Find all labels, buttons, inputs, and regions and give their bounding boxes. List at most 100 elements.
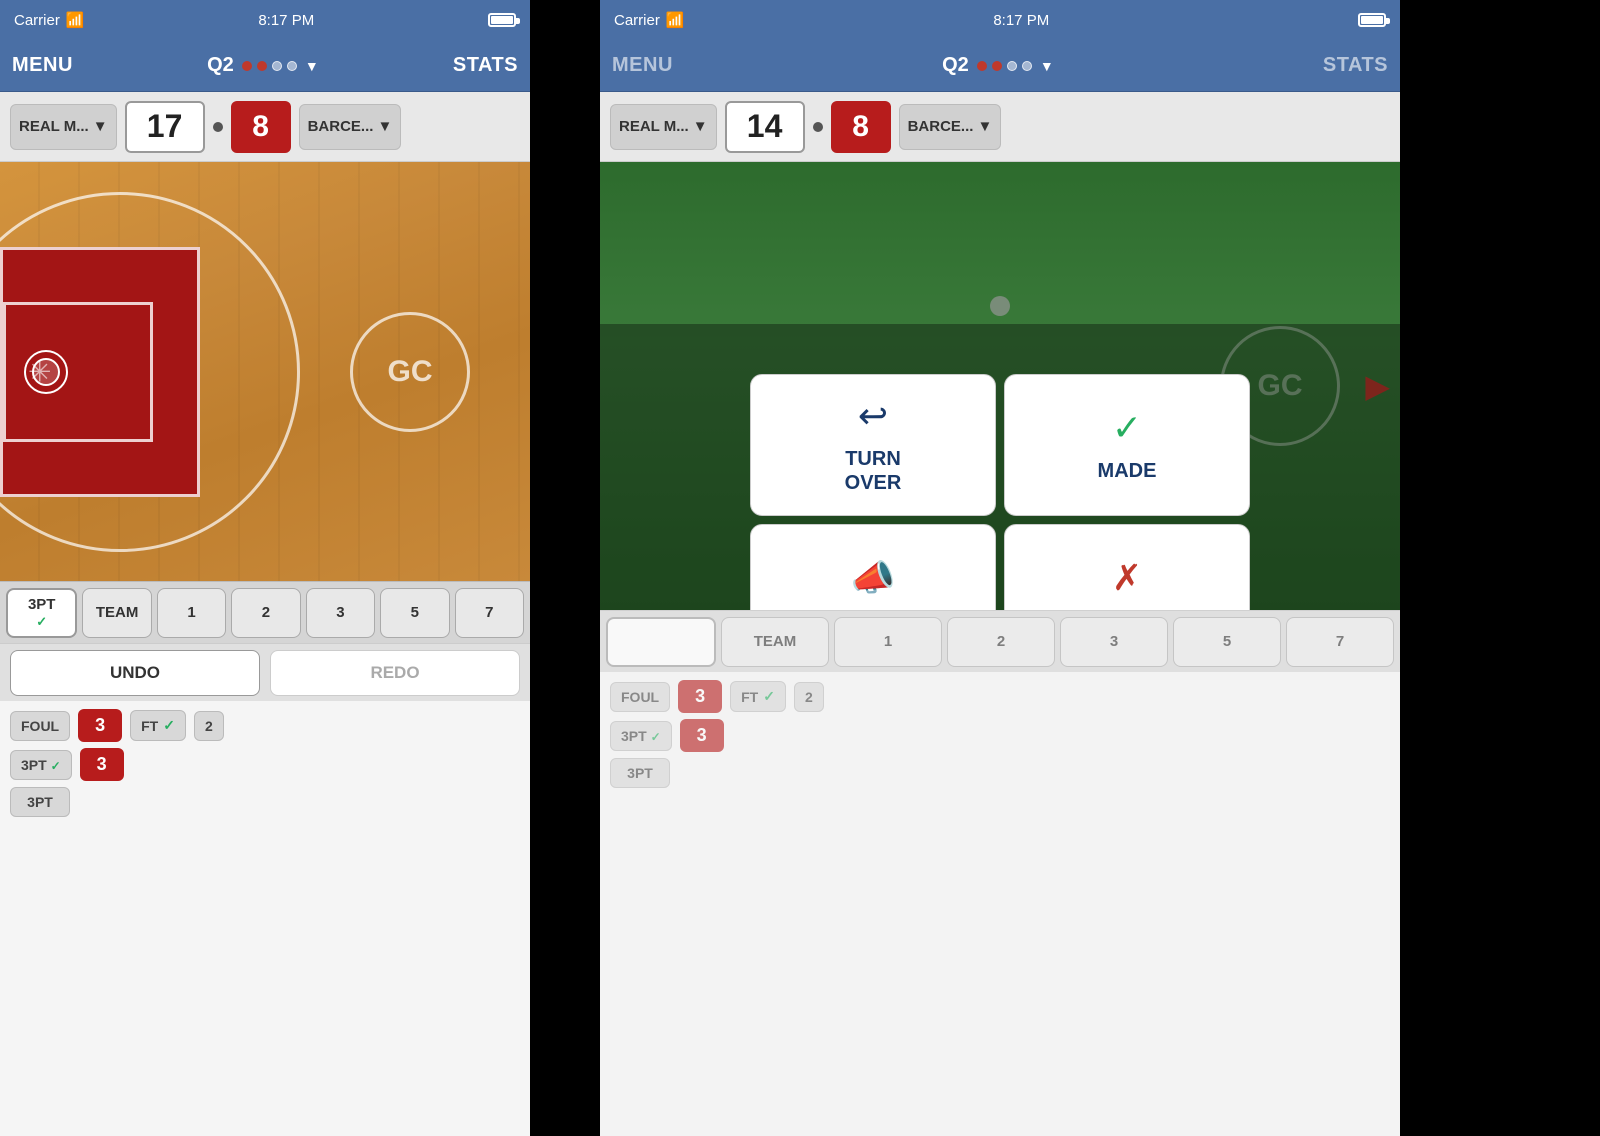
menu-button-right[interactable]: MENU <box>612 54 673 77</box>
player-7-label-left: 7 <box>485 604 493 621</box>
dot-1-right <box>977 61 987 71</box>
status-bar-left: Carrier 📶 8:17 PM <box>0 0 530 40</box>
court-logo-left: ✳ <box>28 355 51 388</box>
player-btn-3pt-left[interactable]: 3PT ✓ <box>6 588 77 638</box>
quarter-label-right: Q2 <box>942 54 969 77</box>
stat-2-label-1: 2 <box>205 718 213 734</box>
stat-row-1-right: FOUL 3 FT ✓ 2 <box>610 680 1390 713</box>
stat-foul-btn-1-left[interactable]: FOUL <box>10 711 70 741</box>
stats-button-left[interactable]: STATS <box>453 54 518 77</box>
score-bar-left: REAL M... ▼ 17 8 BARCE... ▼ <box>0 92 530 162</box>
player-team-label-left: TEAM <box>96 604 139 621</box>
dot-4-right <box>1022 61 1032 71</box>
missed-button[interactable]: ✗ MISSED <box>1004 524 1250 610</box>
wifi-icon-right: 📶 <box>666 11 685 29</box>
redo-button-left[interactable]: REDO <box>270 650 520 696</box>
score2-value-left: 8 <box>252 110 269 144</box>
stat-row-2-left: 3PT ✓ 3 <box>10 748 520 781</box>
score1-box-left: 17 <box>125 101 205 153</box>
left-phone-panel: Carrier 📶 8:17 PM MENU Q2 ▼ STATS REAL M <box>0 0 530 1136</box>
foul-label: FOUL <box>846 609 900 610</box>
stat-3pt-btn-3-right: 3PT <box>610 758 670 788</box>
court-area-left[interactable]: ✳ GC <box>0 162 530 581</box>
right-phone-panel: Carrier 📶 8:17 PM MENU Q2 ▼ STATS REAL M <box>600 0 1400 1136</box>
quarter-dropdown-left[interactable]: ▼ <box>305 58 319 74</box>
made-label: MADE <box>1098 459 1157 483</box>
carrier-label-right: Carrier <box>614 12 660 29</box>
player-btn-team-left[interactable]: TEAM <box>82 588 151 638</box>
action-modal: ↩ TURNOVER ✓ MADE 📣 FOUL ✗ MISSED <box>750 374 1250 610</box>
score2-value-right: 8 <box>852 110 869 144</box>
stats-button-right[interactable]: STATS <box>1323 54 1388 77</box>
panel-divider <box>530 0 600 1136</box>
status-right-right <box>1358 13 1386 27</box>
action-overlay: ↩ TURNOVER ✓ MADE 📣 FOUL ✗ MISSED <box>600 324 1400 610</box>
score1-box-right: 14 <box>725 101 805 153</box>
player-btn-5-right[interactable]: 5 <box>1173 617 1281 667</box>
stat-player-3-2-left[interactable]: 3 <box>80 748 124 781</box>
team1-label-right: REAL M... <box>619 118 689 135</box>
player-3pt-check-left: ✓ <box>36 614 47 630</box>
status-right <box>488 13 516 27</box>
team1-selector-right[interactable]: REAL M... ▼ <box>610 104 717 150</box>
stat-3pt-btn-3-left[interactable]: 3PT <box>10 787 70 817</box>
turnover-button[interactable]: ↩ TURNOVER <box>750 374 996 516</box>
undo-button-left[interactable]: UNDO <box>10 650 260 696</box>
stat-3pt-btn-2-left[interactable]: 3PT ✓ <box>10 750 72 780</box>
player-btn-1-left[interactable]: 1 <box>157 588 226 638</box>
foul-icon: 📣 <box>851 557 896 599</box>
player-btn-5-left[interactable]: 5 <box>380 588 449 638</box>
menu-button-left[interactable]: MENU <box>12 54 73 77</box>
score1-value-right: 14 <box>747 108 783 145</box>
time-label-right: 8:17 PM <box>993 12 1049 29</box>
team2-selector-left[interactable]: BARCE... ▼ <box>299 104 402 150</box>
score1-value-left: 17 <box>147 108 183 145</box>
player-btn-3-right[interactable]: 3 <box>1060 617 1168 667</box>
stats-log-left: FOUL 3 FT ✓ 2 3PT ✓ 3 3PT <box>0 701 530 1136</box>
team2-dropdown-icon-right: ▼ <box>977 118 992 135</box>
dot-2-left <box>257 61 267 71</box>
score-bar-right: REAL M... ▼ 14 8 BARCE... ▼ <box>600 92 1400 162</box>
nav-bar-left: MENU Q2 ▼ STATS <box>0 40 530 92</box>
stat-player-3-2-right: 3 <box>680 719 724 752</box>
quarter-dots-right <box>977 61 1032 71</box>
stat-ft-btn-1-left[interactable]: FT ✓ <box>130 710 186 741</box>
turnover-icon: ↩ <box>858 395 888 437</box>
score-separator-left <box>213 122 223 132</box>
ft-check-1: ✓ <box>163 717 175 734</box>
gc-label-left: GC <box>388 355 433 389</box>
player-btn-7-left[interactable]: 7 <box>455 588 524 638</box>
gc-circle-left: GC <box>350 312 470 432</box>
player-btn-1-right[interactable]: 1 <box>834 617 942 667</box>
status-left: Carrier 📶 <box>14 11 85 29</box>
turnover-label: TURNOVER <box>845 447 902 495</box>
team2-label-right: BARCE... <box>908 118 974 135</box>
player-3-label-left: 3 <box>336 604 344 621</box>
player-5-label-right: 5 <box>1223 633 1231 650</box>
carrier-label: Carrier <box>14 12 60 29</box>
nav-bar-right: MENU Q2 ▼ STATS <box>600 40 1400 92</box>
player-btn-team-right[interactable]: TEAM <box>721 617 829 667</box>
stat-row-3-left: 3PT <box>10 787 520 817</box>
team1-dropdown-icon-right: ▼ <box>693 118 708 135</box>
dot-2-right <box>992 61 1002 71</box>
player-btn-2-left[interactable]: 2 <box>231 588 300 638</box>
team2-selector-right[interactable]: BARCE... ▼ <box>899 104 1002 150</box>
time-label: 8:17 PM <box>258 12 314 29</box>
stat-2-btn-1-left[interactable]: 2 <box>194 711 224 741</box>
team1-dropdown-icon-left: ▼ <box>93 118 108 135</box>
dot-3-left <box>272 61 282 71</box>
quarter-dropdown-right[interactable]: ▼ <box>1040 58 1054 74</box>
quarter-indicator-left[interactable]: Q2 ▼ <box>207 54 319 77</box>
player-btn-3-left[interactable]: 3 <box>306 588 375 638</box>
player-btn-2-right[interactable]: 2 <box>947 617 1055 667</box>
quarter-indicator-right[interactable]: Q2 ▼ <box>942 54 1054 77</box>
player-btn-7-right[interactable]: 7 <box>1286 617 1394 667</box>
team1-selector-left[interactable]: REAL M... ▼ <box>10 104 117 150</box>
player-btn-empty-right[interactable] <box>606 617 716 667</box>
made-button[interactable]: ✓ MADE <box>1004 374 1250 516</box>
made-icon: ✓ <box>1112 407 1142 449</box>
foul-button[interactable]: 📣 FOUL <box>750 524 996 610</box>
stat-player-3-1-left[interactable]: 3 <box>78 709 122 742</box>
possession-box-right: 8 <box>831 101 891 153</box>
